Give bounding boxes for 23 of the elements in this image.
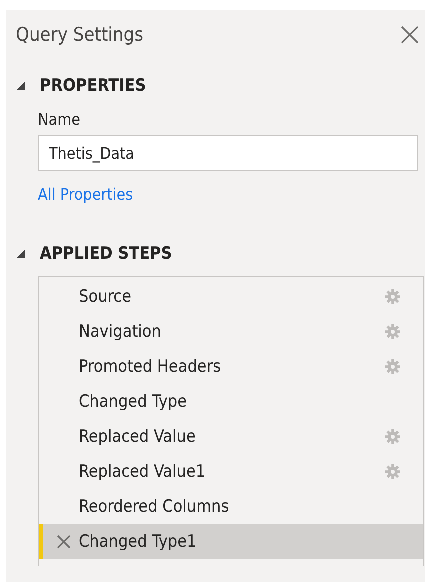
step-item[interactable]: Changed Type1 bbox=[39, 524, 423, 559]
gear-icon[interactable] bbox=[385, 464, 401, 480]
delete-icon[interactable] bbox=[56, 534, 72, 550]
gear-icon[interactable] bbox=[385, 358, 401, 374]
section-heading: APPLIED STEPS bbox=[40, 244, 172, 264]
name-field[interactable]: Thetis_Data bbox=[38, 135, 418, 171]
panel-title: Query Settings bbox=[16, 24, 144, 46]
step-item[interactable]: Promoted Headers bbox=[39, 349, 423, 384]
step-item[interactable]: Replaced Value1 bbox=[39, 454, 423, 489]
gear-icon[interactable] bbox=[385, 288, 401, 304]
step-item[interactable]: Replaced Value bbox=[39, 419, 423, 454]
all-properties-link[interactable]: All Properties bbox=[38, 185, 134, 204]
gear-icon[interactable] bbox=[385, 428, 401, 444]
step-item[interactable]: Changed Type bbox=[39, 384, 423, 419]
collapse-triangle-icon[interactable] bbox=[16, 81, 26, 91]
step-item[interactable]: Navigation bbox=[39, 314, 423, 349]
section-heading: PROPERTIES bbox=[40, 76, 146, 96]
close-icon[interactable] bbox=[399, 24, 421, 46]
step-item[interactable]: Reordered Columns bbox=[39, 489, 423, 524]
gear-icon[interactable] bbox=[385, 324, 401, 340]
step-item[interactable]: Source bbox=[39, 279, 423, 314]
name-label: Name bbox=[38, 110, 82, 129]
collapse-triangle-icon[interactable] bbox=[16, 249, 26, 259]
